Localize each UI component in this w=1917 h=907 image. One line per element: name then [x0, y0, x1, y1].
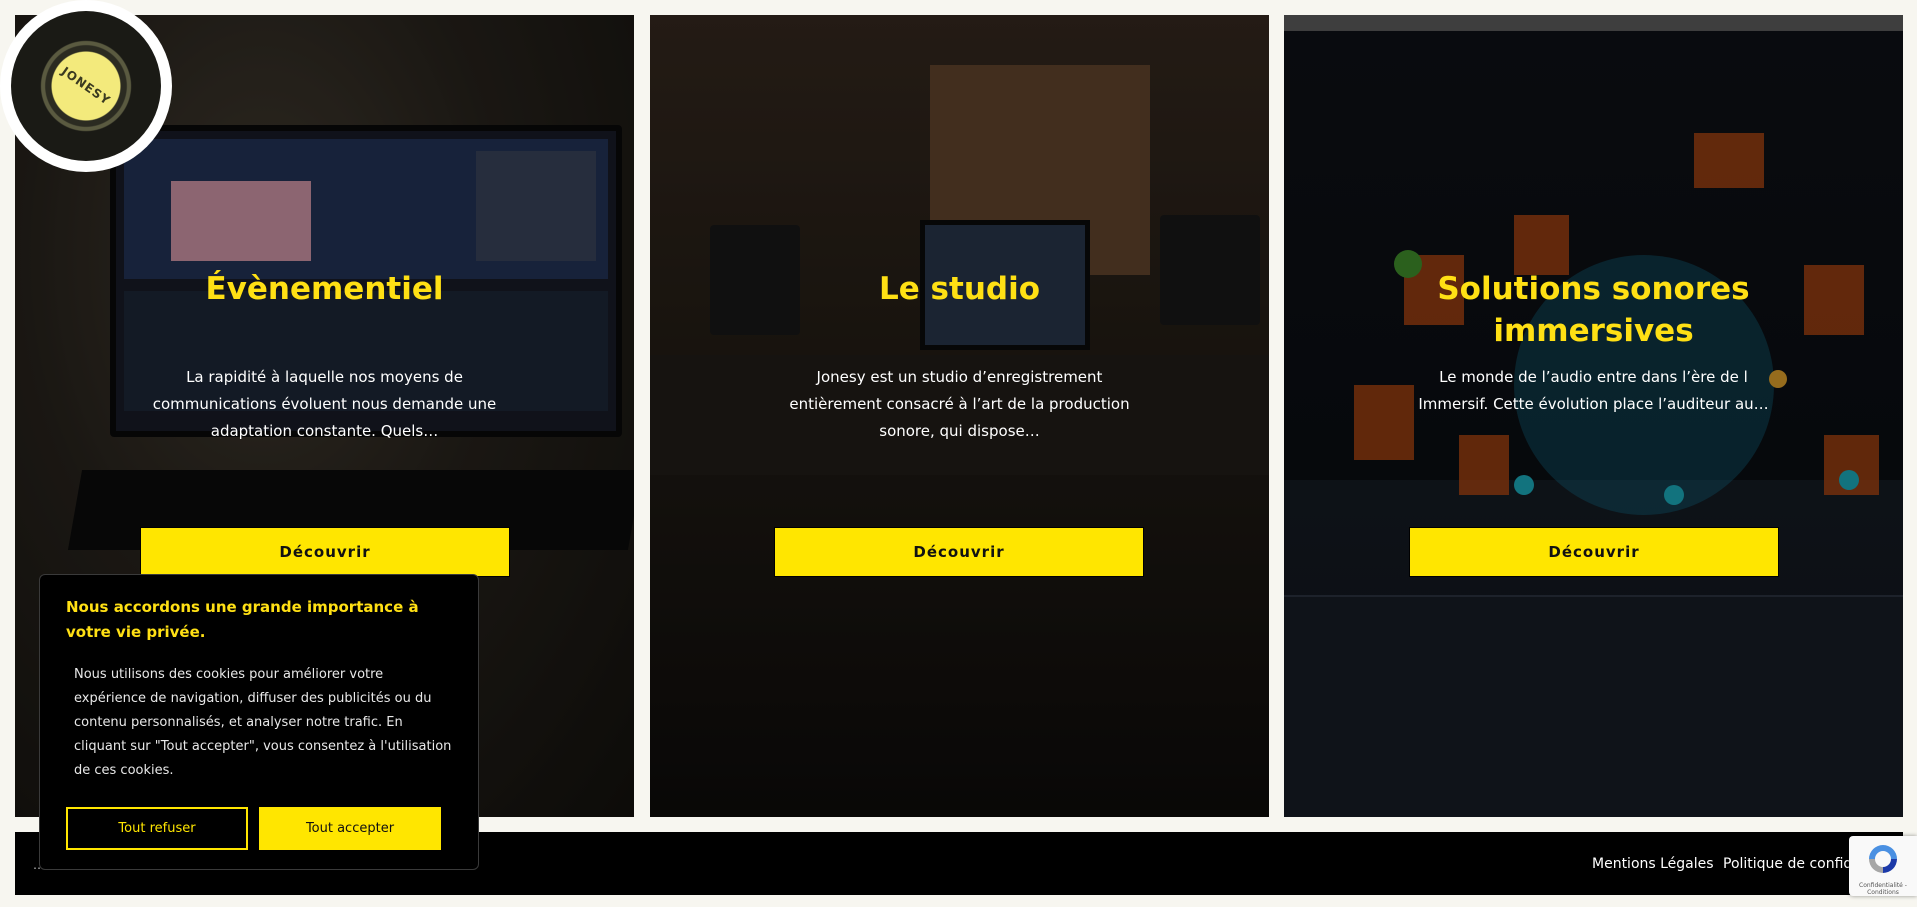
panel-studio: Le studio Jonesy est un studio d’enregis…	[650, 15, 1269, 817]
cookie-title: Nous accordons une grande importance à v…	[66, 598, 419, 641]
panel-title: Solutions sonores immersives	[1437, 271, 1750, 349]
refuse-all-button[interactable]: Tout refuser	[66, 807, 248, 850]
logo-text: JONESY	[58, 64, 114, 108]
panel-description: Jonesy est un studio d’enregistrement en…	[789, 368, 1130, 440]
recaptcha-badge[interactable]: Confidentialité - Conditions	[1849, 836, 1917, 896]
cookie-banner: Nous accordons une grande importance à v…	[39, 574, 479, 870]
cookie-text: Nous utilisons des cookies pour améliore…	[74, 667, 452, 778]
discover-button-evenementiel[interactable]: Découvrir	[140, 527, 510, 577]
discover-button-immersive[interactable]: Découvrir	[1409, 527, 1779, 577]
panel-title: Le studio	[878, 271, 1041, 307]
panel-description: Le monde de l’audio entre dans l’ère de …	[1418, 368, 1769, 413]
discover-button-studio[interactable]: Découvrir	[774, 527, 1144, 577]
panel-title: Évènementiel	[205, 271, 444, 307]
recaptcha-terms[interactable]: Confidentialité - Conditions	[1849, 882, 1917, 896]
panel-description: La rapidité à laquelle nos moyens de com…	[152, 368, 497, 440]
footer-link-mentions[interactable]: Mentions Légales	[1592, 856, 1714, 872]
accept-all-button[interactable]: Tout accepter	[259, 807, 441, 850]
panel-immersive: Solutions sonores immersives Le monde de…	[1284, 15, 1903, 817]
recaptcha-icon	[1869, 845, 1897, 873]
logo-disc: JONESY	[11, 11, 161, 161]
jonesy-logo[interactable]: JONESY	[0, 0, 172, 172]
